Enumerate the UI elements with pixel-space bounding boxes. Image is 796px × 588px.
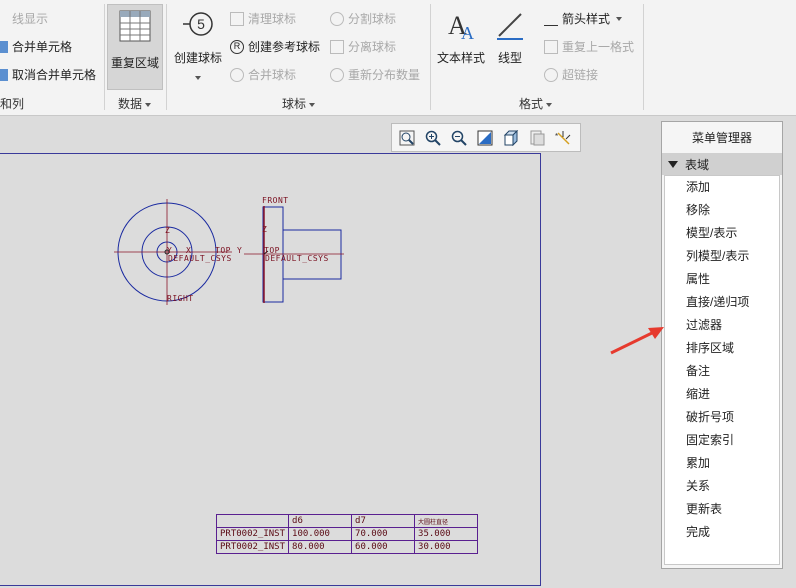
ref-balloon-icon: R xyxy=(230,39,244,54)
create-ref-balloon-button[interactable]: R 创建参考球标 xyxy=(230,38,320,55)
hyperlink-button[interactable]: 超链接 xyxy=(544,66,598,83)
menu-item-list-model-rep[interactable]: 列模型/表示 xyxy=(665,245,779,268)
table-header-cell: d6 xyxy=(288,514,353,528)
table-header-row: d6 d7 大圆柱直径 xyxy=(215,514,479,528)
menu-manager: 菜单管理器 表域 添加 移除 模型/表示 列模型/表示 属性 直接/递归项 过滤… xyxy=(661,121,783,569)
menu-item-list: 添加 移除 模型/表示 列模型/表示 属性 直接/递归项 过滤器 排序区域 备注… xyxy=(664,175,780,565)
menu-item-remove[interactable]: 移除 xyxy=(665,199,779,222)
repeat-region-button[interactable]: 重复区域 xyxy=(107,4,163,90)
text-style-button[interactable]: A A 文本样式 xyxy=(434,8,488,88)
clean-balloons-button[interactable]: 清理球标 xyxy=(230,10,296,27)
axis-label-y-side: Y xyxy=(237,246,243,255)
axis-label-x: X xyxy=(186,246,192,255)
line-style-icon xyxy=(497,13,523,40)
annotation-arrow xyxy=(610,327,664,355)
datum-label-right: RIGHT xyxy=(167,294,194,303)
ribbon: 线显示 合并单元格 取消合并单元格 和列 重复区域 数据 5 创建球标 清理球标… xyxy=(0,0,796,116)
table-cell: 30.000 xyxy=(414,540,479,554)
table-cell: PRT0002_INST xyxy=(215,527,290,541)
group-label-data[interactable]: 数据 xyxy=(118,95,152,112)
csys-label-side: DEFAULT_CSYS xyxy=(265,254,329,263)
separator xyxy=(643,4,644,110)
line-display-button[interactable]: 线显示 xyxy=(0,10,48,27)
line-style-button[interactable]: 线型 xyxy=(492,8,528,88)
table-cell: 60.000 xyxy=(351,540,416,554)
hyperlink-icon xyxy=(544,67,558,82)
menu-item-filters[interactable]: 过滤器 xyxy=(665,314,779,337)
table-header-cell xyxy=(215,514,290,528)
table-header-cell: 大圆柱直径 xyxy=(414,514,479,528)
menu-item-update-tables[interactable]: 更新表 xyxy=(665,498,779,521)
menu-manager-title: 菜单管理器 xyxy=(691,131,752,145)
drawing-canvas[interactable]: * FRONT RIGHT TOP TOP DEFAULT_CSYS DEFAU… xyxy=(0,117,660,588)
table-row[interactable]: PRT0002_INST 100.000 70.000 35.000 xyxy=(215,527,479,541)
menu-item-summation[interactable]: 累加 xyxy=(665,452,779,475)
detach-balloons-button[interactable]: 分离球标 xyxy=(330,38,396,55)
split-balloons-icon xyxy=(330,11,344,26)
table-cell: 80.000 xyxy=(288,540,353,554)
menu-section-header[interactable]: 表域 xyxy=(662,153,782,175)
axis-label-y: Y xyxy=(167,246,173,255)
detach-balloons-icon xyxy=(330,39,344,54)
repeat-region-icon xyxy=(119,10,151,42)
axis-label-z-side: Z xyxy=(262,225,268,234)
menu-item-relations[interactable]: 关系 xyxy=(665,475,779,498)
menu-item-attributes[interactable]: 属性 xyxy=(665,268,779,291)
repeat-last-format-button[interactable]: 重复上一格式 xyxy=(544,38,634,55)
redistribute-icon xyxy=(330,67,344,82)
merge-cells-icon xyxy=(0,40,8,53)
axis-label-z: Z xyxy=(165,226,171,235)
merge-balloons-button[interactable]: 合并球标 xyxy=(230,66,296,83)
split-balloons-button[interactable]: 分割球标 xyxy=(330,10,396,27)
chevron-down-icon xyxy=(195,75,201,80)
unmerge-cells-icon xyxy=(0,68,8,81)
repeat-format-icon xyxy=(544,39,558,54)
menu-item-fix-index[interactable]: 固定索引 xyxy=(665,429,779,452)
menu-item-direct-recursive[interactable]: 直接/递归项 xyxy=(665,291,779,314)
repeat-region-table[interactable]: d6 d7 大圆柱直径 PRT0002_INST 100.000 70.000 … xyxy=(215,514,479,554)
balloon-icon: 5 xyxy=(183,12,213,36)
table-row[interactable]: PRT0002_INST 80.000 60.000 30.000 xyxy=(215,540,479,554)
separator xyxy=(166,4,167,110)
chevron-down-icon xyxy=(616,16,623,21)
menu-item-model-rep[interactable]: 模型/表示 xyxy=(665,222,779,245)
menu-item-comments[interactable]: 备注 xyxy=(665,360,779,383)
table-cell: PRT0002_INST xyxy=(215,540,290,554)
arrow-style-icon xyxy=(544,12,558,26)
menu-item-done[interactable]: 完成 xyxy=(665,521,779,544)
csys-label-front: DEFAULT_CSYS xyxy=(168,254,232,263)
menu-item-sort-regions[interactable]: 排序区域 xyxy=(665,337,779,360)
table-header-cell: d7 xyxy=(351,514,416,528)
table-cell: 100.000 xyxy=(288,527,353,541)
menu-item-indentation[interactable]: 缩进 xyxy=(665,383,779,406)
create-balloon-button[interactable]: 5 创建球标 xyxy=(170,8,226,88)
svg-text:A: A xyxy=(461,23,474,42)
chevron-down-icon xyxy=(309,102,316,107)
table-cell: 35.000 xyxy=(414,527,479,541)
chevron-down-icon xyxy=(546,102,553,107)
separator xyxy=(104,4,105,110)
chevron-down-icon xyxy=(145,102,152,107)
text-style-icon: A A xyxy=(448,11,474,43)
line-display-icon xyxy=(0,12,8,26)
separator xyxy=(430,4,431,110)
svg-text:5: 5 xyxy=(197,16,205,32)
clean-balloons-icon xyxy=(230,11,244,26)
merge-cells-button[interactable]: 合并单元格 xyxy=(0,38,72,55)
group-label-rows-cols: 和列 xyxy=(0,97,25,111)
menu-item-add[interactable]: 添加 xyxy=(665,176,779,199)
table-cell: 70.000 xyxy=(351,527,416,541)
collapse-triangle-icon xyxy=(668,160,678,168)
unmerge-cells-button[interactable]: 取消合并单元格 xyxy=(0,66,96,83)
menu-item-dash-item[interactable]: 破折号项 xyxy=(665,406,779,429)
redistribute-qty-button[interactable]: 重新分布数量 xyxy=(330,66,420,83)
group-label-balloon[interactable]: 球标 xyxy=(282,95,316,112)
datum-label-front: FRONT xyxy=(262,196,289,205)
merge-balloons-icon xyxy=(230,67,244,82)
arrow-style-button[interactable]: 箭头样式 xyxy=(544,10,623,27)
group-label-format[interactable]: 格式 xyxy=(519,95,553,112)
